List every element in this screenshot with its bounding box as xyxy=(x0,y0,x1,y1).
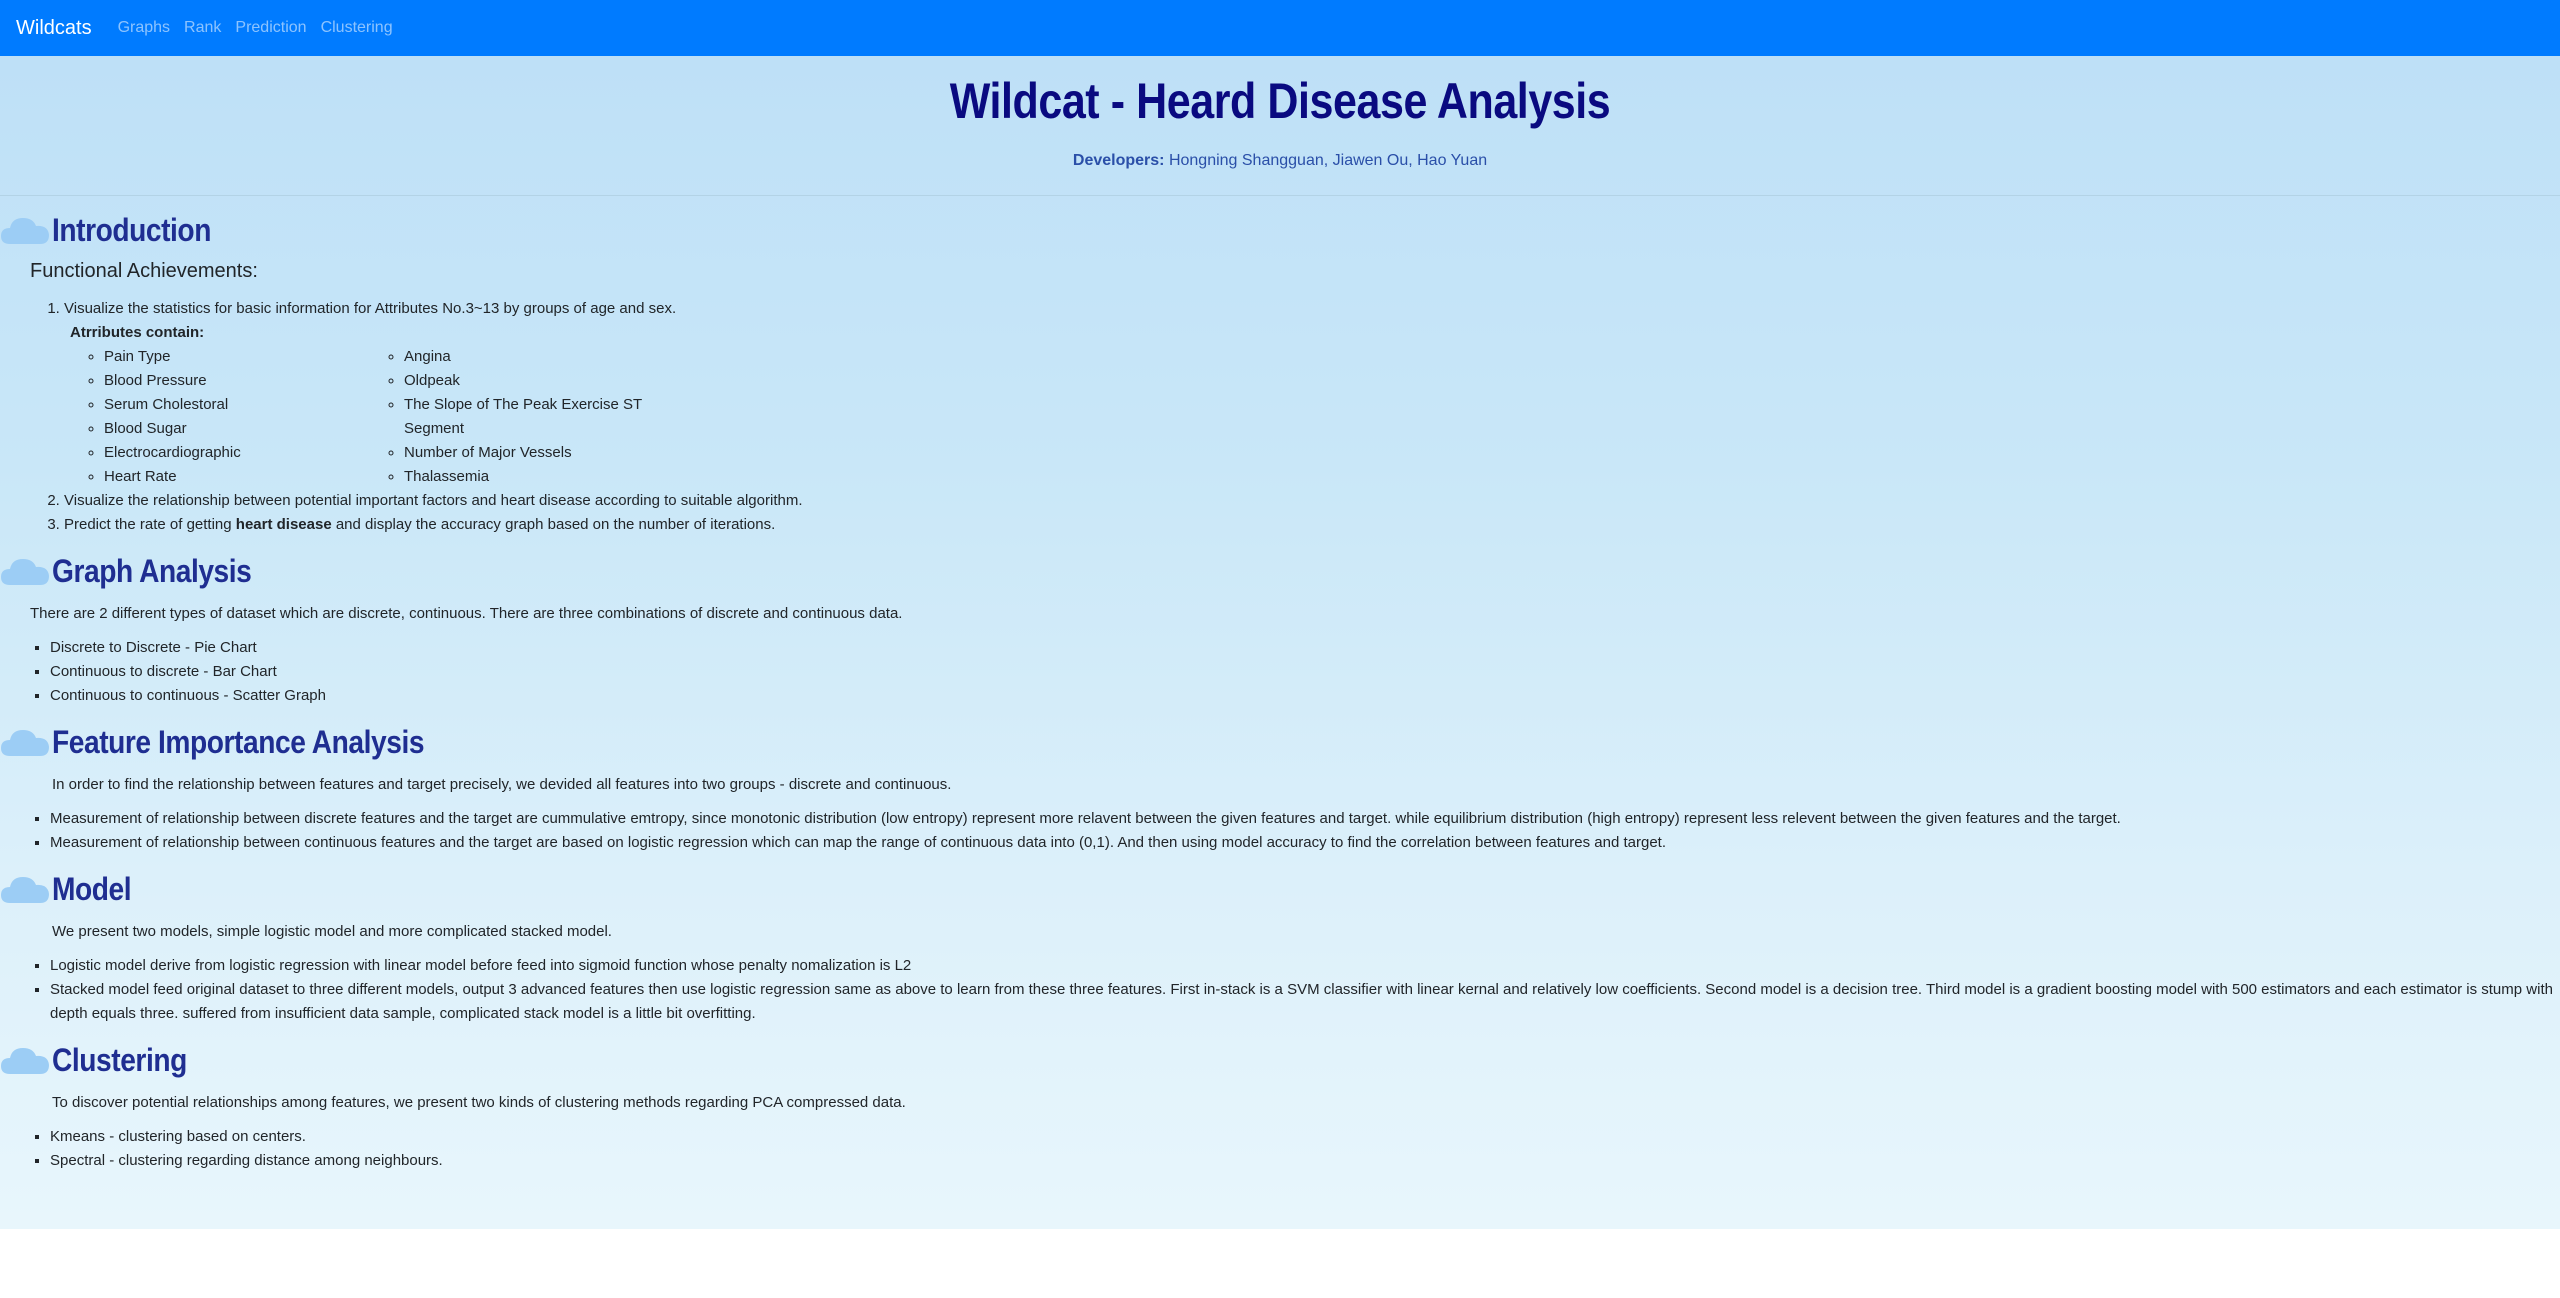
list-item: Stacked model feed original dataset to t… xyxy=(50,978,2560,1026)
page-header: Wildcat - Heard Disease Analysis Develop… xyxy=(0,56,2560,196)
list-item: Logistic model derive from logistic regr… xyxy=(50,954,2560,978)
cloud-icon xyxy=(1,730,49,756)
attributes-right: Angina Oldpeak The Slope of The Peak Exe… xyxy=(370,345,690,489)
list-item: Kmeans - clustering based on centers. xyxy=(50,1125,2560,1149)
section-title-model: Model xyxy=(52,870,132,907)
list-item: Visualize the statistics for basic infor… xyxy=(64,297,2560,489)
brand-link[interactable]: Wildcats xyxy=(16,17,92,40)
list-item: Predict the rate of getting heart diseas… xyxy=(64,513,2560,537)
list-item: Blood Sugar xyxy=(104,417,370,441)
nav-link-rank[interactable]: Rank xyxy=(184,19,221,37)
list-item: Blood Pressure xyxy=(104,369,370,393)
list-item: Angina xyxy=(404,345,690,369)
achievements-list: Visualize the statistics for basic infor… xyxy=(0,297,2560,537)
achievement-3-pre: Predict the rate of getting xyxy=(64,516,236,533)
list-item: Serum Cholestoral xyxy=(104,393,370,417)
achievement-2: Visualize the relationship between poten… xyxy=(64,492,803,509)
attributes-left: Pain Type Blood Pressure Serum Cholestor… xyxy=(70,345,370,489)
feature-text: In order to find the relationship betwee… xyxy=(52,776,952,793)
page-title: Wildcat - Heard Disease Analysis xyxy=(949,73,1611,129)
achievement-1: Visualize the statistics for basic infor… xyxy=(64,300,677,317)
page-bottom xyxy=(0,1229,2560,1298)
graph-text: There are 2 different types of dataset w… xyxy=(30,605,903,622)
model-list: Logistic model derive from logistic regr… xyxy=(0,954,2560,1026)
model-text: We present two models, simple logistic m… xyxy=(52,923,612,940)
list-item: Measurement of relationship between disc… xyxy=(50,807,2560,831)
list-item: Heart Rate xyxy=(104,465,370,489)
feature-list: Measurement of relationship between disc… xyxy=(0,807,2560,855)
clustering-list: Kmeans - clustering based on centers. Sp… xyxy=(0,1125,2560,1173)
list-item: Electrocardiographic xyxy=(104,441,370,465)
section-graph-analysis: Graph Analysis xyxy=(0,551,2560,591)
list-item: Oldpeak xyxy=(404,369,690,393)
list-item: Measurement of relationship between cont… xyxy=(50,831,2560,855)
list-item: Number of Major Vessels xyxy=(404,441,690,465)
nav-link-prediction[interactable]: Prediction xyxy=(235,19,306,37)
developers: Developers: Hongning Shangguan, Jiawen O… xyxy=(0,152,2560,170)
page-content: Wildcat - Heard Disease Analysis Develop… xyxy=(0,56,2560,1229)
developers-label: Developers: xyxy=(1072,152,1165,169)
list-item: Visualize the relationship between poten… xyxy=(64,489,2560,513)
list-item: Pain Type xyxy=(104,345,370,369)
section-title-graph: Graph Analysis xyxy=(52,552,252,589)
intro-subtitle: Functional Achievements: xyxy=(30,260,258,282)
nav-link-graphs[interactable]: Graphs xyxy=(118,19,170,37)
attributes-columns: Pain Type Blood Pressure Serum Cholestor… xyxy=(70,345,2560,489)
nav-link-clustering[interactable]: Clustering xyxy=(321,19,393,37)
list-item: Continuous to continuous - Scatter Graph xyxy=(50,684,2560,708)
cloud-icon xyxy=(1,877,49,903)
clustering-text: To discover potential relationships amon… xyxy=(52,1094,906,1111)
section-title-feature: Feature Importance Analysis xyxy=(52,723,425,760)
section-feature-importance: Feature Importance Analysis xyxy=(0,722,2560,762)
section-introduction: Introduction xyxy=(0,210,2560,250)
section-model: Model xyxy=(0,869,2560,909)
cloud-icon xyxy=(1,559,49,585)
section-title-introduction: Introduction xyxy=(52,211,211,248)
navbar: Wildcats Graphs Rank Prediction Clusteri… xyxy=(0,0,2560,56)
list-item: Spectral - clustering regarding distance… xyxy=(50,1149,2560,1173)
developers-names: Hongning Shangguan, Jiawen Ou, Hao Yuan xyxy=(1168,152,1488,169)
list-item: Discrete to Discrete - Pie Chart xyxy=(50,636,2560,660)
achievement-3-post: and display the accuracy graph based on … xyxy=(331,516,776,533)
list-item: The Slope of The Peak Exercise ST Segmen… xyxy=(404,393,690,441)
attributes-label: Atrributes contain: xyxy=(70,324,205,341)
achievement-3-bold: heart disease xyxy=(235,516,332,533)
cloud-icon xyxy=(1,1048,49,1074)
section-clustering: Clustering xyxy=(0,1040,2560,1080)
list-item: Continuous to discrete - Bar Chart xyxy=(50,660,2560,684)
list-item: Thalassemia xyxy=(404,465,690,489)
section-title-clustering: Clustering xyxy=(52,1041,187,1078)
graph-list: Discrete to Discrete - Pie Chart Continu… xyxy=(0,636,2560,708)
cloud-icon xyxy=(1,218,49,244)
